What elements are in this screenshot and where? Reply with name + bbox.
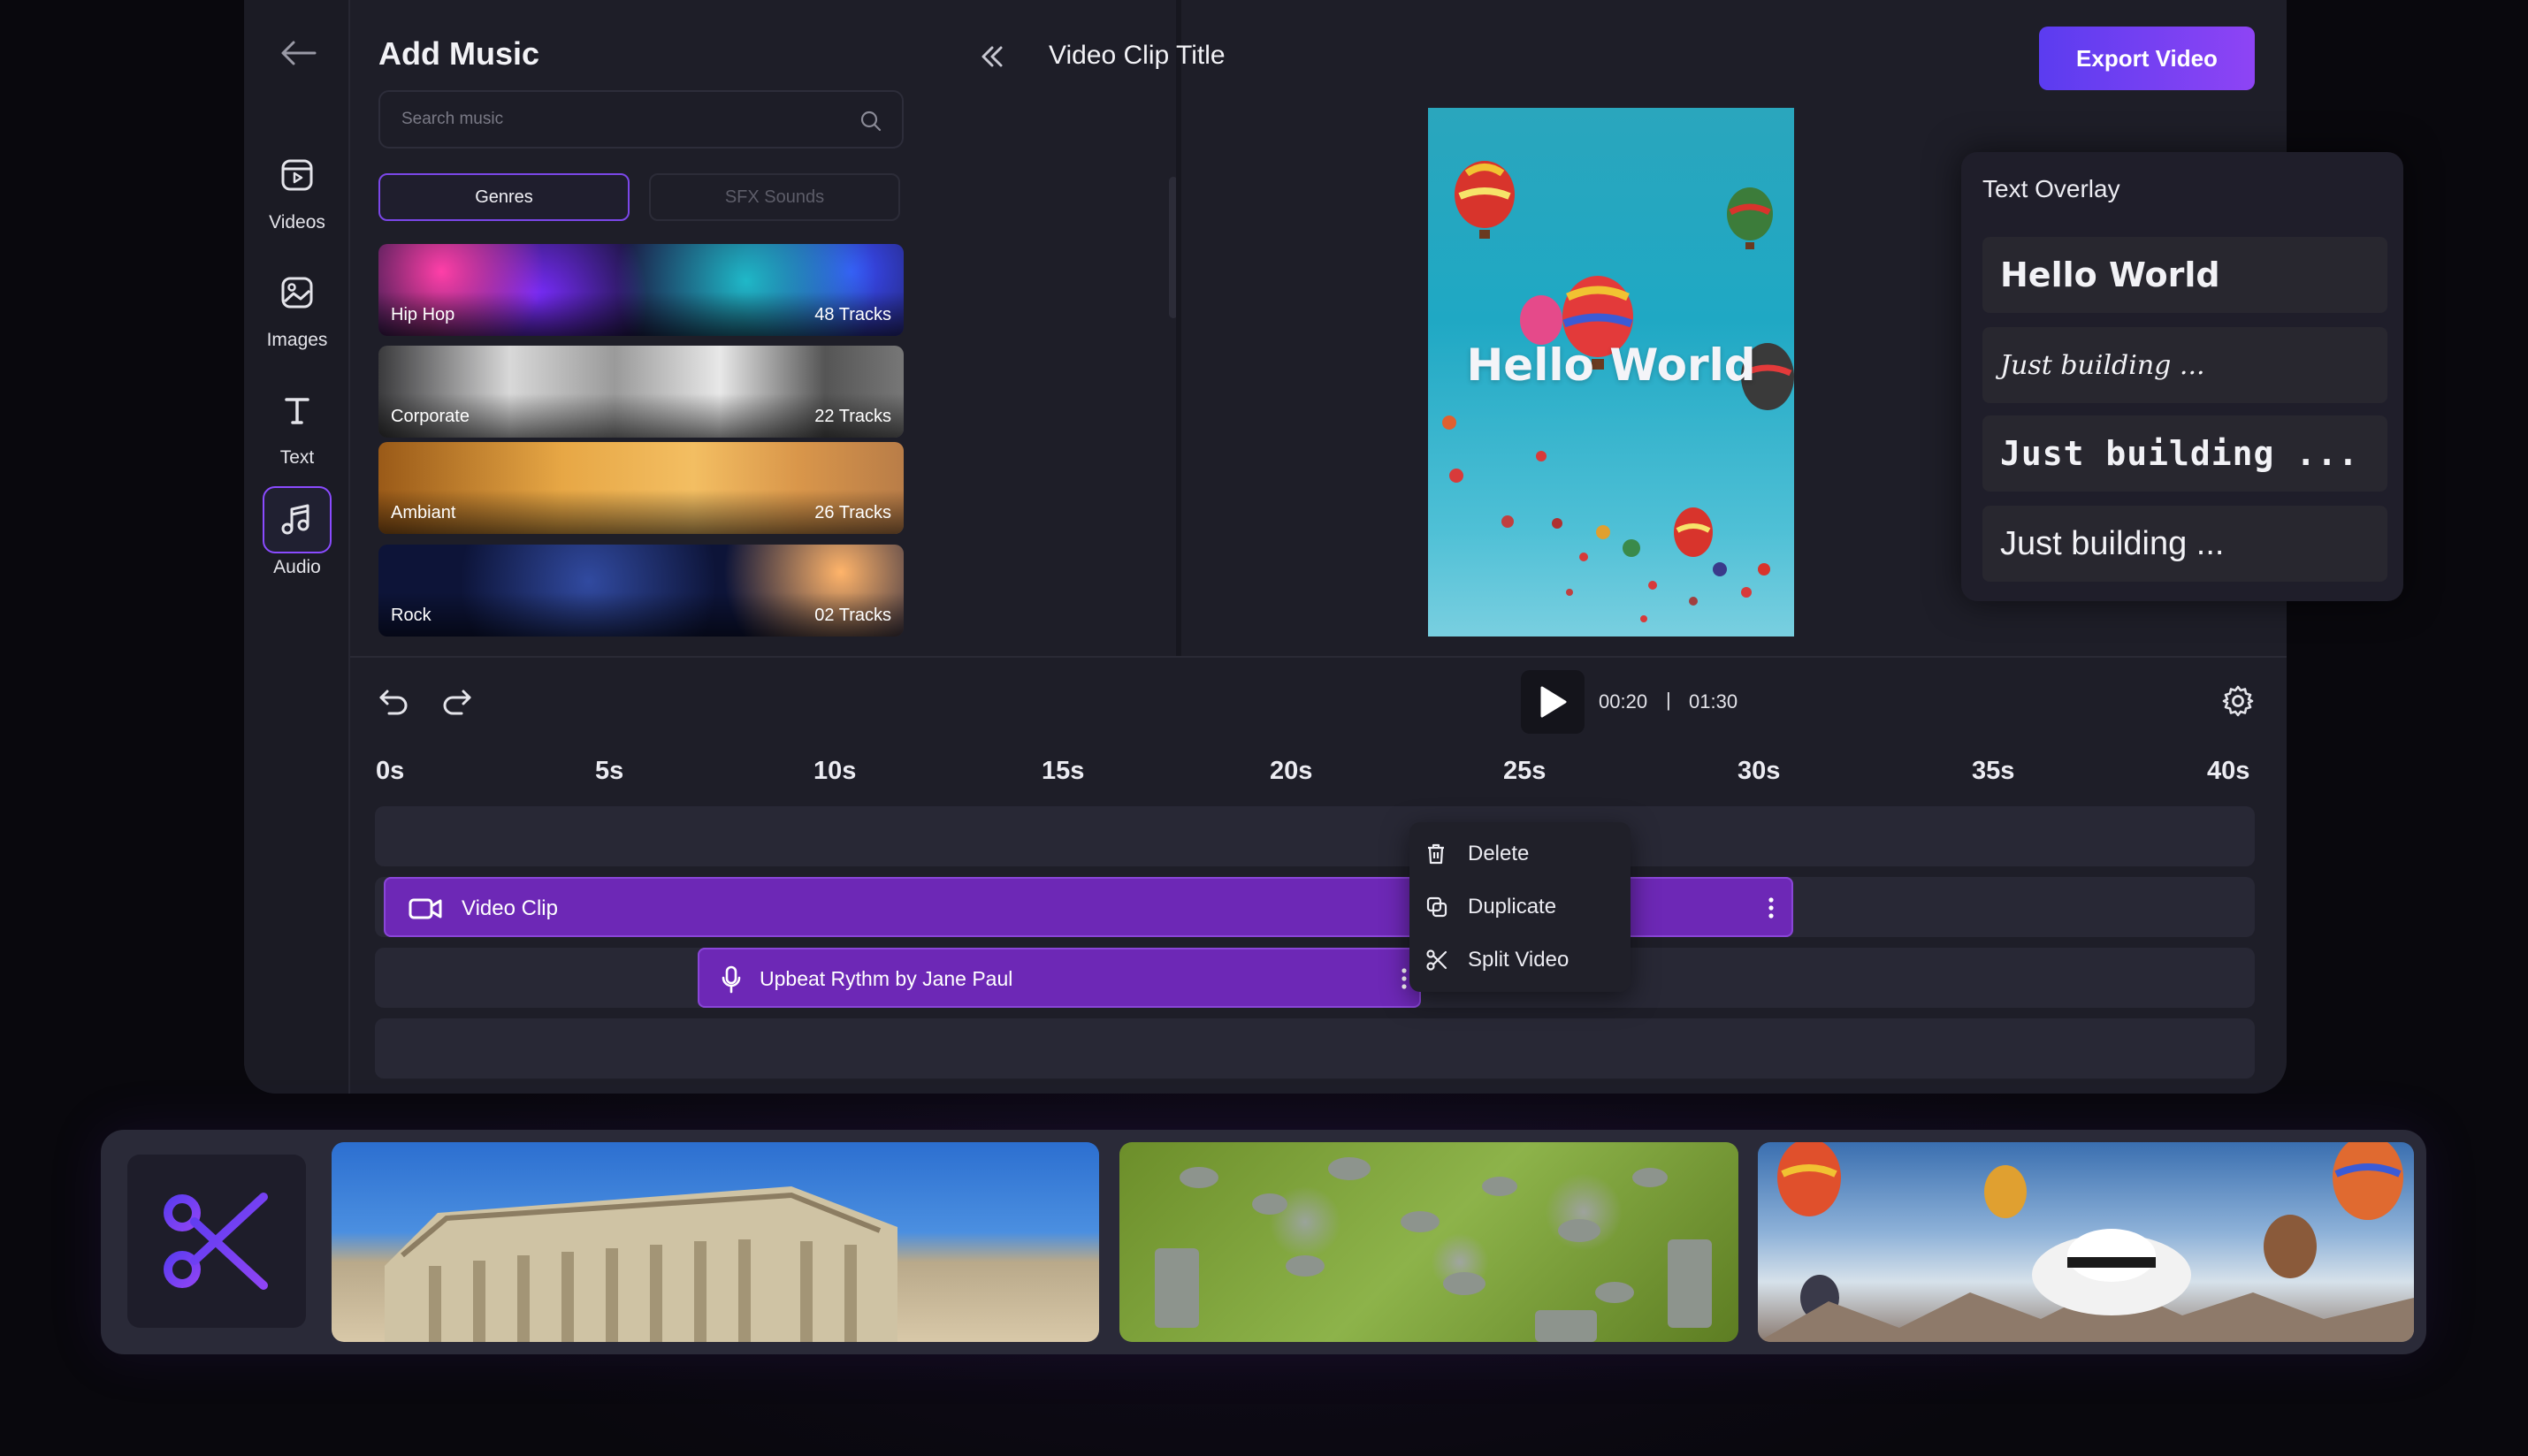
menu-item-duplicate[interactable]: Duplicate [1409, 880, 1631, 934]
sidebar-item-label: Images [266, 330, 328, 350]
duplicate-icon [1425, 896, 1461, 919]
media-thumbnail-temple[interactable] [332, 1142, 1099, 1342]
font-option-regular-sans[interactable]: Just building ... [1982, 506, 2387, 582]
sidebar-item-label: Videos [269, 212, 325, 233]
menu-item-label: Delete [1468, 842, 1530, 865]
ruler-tick-label: 40s [2207, 757, 2250, 785]
genre-name: Rock [391, 606, 432, 625]
panel-divider [1176, 0, 1181, 656]
more-vertical-icon[interactable] [1400, 965, 1409, 992]
microphone-icon [722, 965, 741, 994]
media-thumbnail-balloons[interactable] [1758, 1142, 2414, 1342]
timeline-track[interactable] [375, 1018, 2255, 1079]
genre-card-hip-hop[interactable]: Hip Hop 48 Tracks [378, 244, 904, 336]
video-icon [263, 141, 332, 209]
font-option-bold-slab[interactable]: Just building ... [1982, 415, 2387, 492]
redo-button[interactable] [440, 686, 474, 720]
timeline-divider [350, 656, 2287, 658]
genre-name: Corporate [391, 407, 470, 426]
current-time: 00:20 [1599, 690, 1648, 713]
tab-genres[interactable]: Genres [378, 173, 630, 221]
ruler-tick-label: 10s [813, 757, 857, 785]
genre-card-corporate[interactable]: Corporate 22 Tracks [378, 346, 904, 438]
sidebar-item-label: Text [279, 447, 315, 468]
text-overlay-title: Text Overlay [1982, 175, 2120, 202]
text-overlay-panel: Text Overlay Hello World Just building .… [1961, 152, 2403, 601]
export-video-button[interactable]: Export Video [2039, 27, 2255, 90]
text-icon [263, 377, 332, 444]
clip-title: Video Clip Title [1049, 41, 1226, 70]
media-thumbnail-stones[interactable] [1119, 1142, 1738, 1342]
tab-sfx-sounds[interactable]: SFX Sounds [649, 173, 900, 221]
menu-item-label: Split Video [1468, 948, 1569, 972]
genre-track-count: 48 Tracks [814, 305, 891, 324]
redo-icon [443, 690, 471, 715]
genre-card-rock[interactable]: Rock 02 Tracks [378, 545, 904, 637]
clip-context-menu: Delete Duplicate Split Video [1409, 822, 1631, 992]
search-box [378, 90, 904, 149]
play-icon [1540, 686, 1567, 718]
genre-name: Hip Hop [391, 305, 455, 324]
ruler-tick-label: 0s [376, 757, 405, 785]
arrow-left-icon [281, 41, 317, 65]
video-preview[interactable]: Hello World [1428, 108, 1794, 637]
menu-item-label: Duplicate [1468, 895, 1557, 919]
sidebar-item-label: Audio [273, 557, 321, 577]
image-icon [263, 259, 332, 326]
undo-icon [379, 690, 408, 715]
ruler-tick-label: 35s [1972, 757, 2015, 785]
sidebar-item-audio[interactable]: Audio [262, 486, 332, 578]
collapse-panel-button[interactable] [973, 41, 1012, 72]
search-icon[interactable] [859, 110, 882, 133]
ruler-tick-label: 5s [595, 757, 624, 785]
music-icon [263, 486, 332, 553]
genre-track-count: 02 Tracks [814, 606, 891, 625]
ruler-tick-label: 30s [1738, 757, 1781, 785]
ruler-tick-label: 15s [1042, 757, 1085, 785]
temple-illustration [385, 1186, 897, 1342]
sidebar-rail: Videos Images Text Audio [244, 0, 350, 1094]
genre-card-ambiant[interactable]: Ambiant 26 Tracks [378, 442, 904, 534]
landscape-balloons-illustration [1758, 1142, 2414, 1342]
ruler-tick-label: 25s [1503, 757, 1547, 785]
settings-button[interactable] [2221, 684, 2255, 722]
trash-icon [1425, 842, 1461, 865]
scissors-icon [1425, 949, 1461, 972]
video-clip-label: Video Clip [462, 896, 558, 920]
total-time: 01:30 [1689, 690, 1738, 713]
audio-clip[interactable]: Upbeat Rythm by Jane Paul [698, 948, 1421, 1008]
more-vertical-icon[interactable] [1767, 895, 1776, 921]
genre-name: Ambiant [391, 503, 456, 522]
menu-item-delete[interactable]: Delete [1409, 827, 1631, 880]
scissors-logo-icon [164, 1193, 268, 1290]
ruler-tick-label: 20s [1270, 757, 1313, 785]
genre-track-count: 22 Tracks [814, 407, 891, 426]
sidebar-item-videos[interactable]: Videos [262, 141, 332, 233]
font-option-handwritten[interactable]: Just building ... [1982, 327, 2387, 403]
undo-button[interactable] [377, 686, 410, 720]
app-logo [127, 1155, 306, 1328]
play-button[interactable] [1521, 670, 1585, 734]
chevrons-left-icon [981, 46, 1003, 67]
time-separator: | [1666, 689, 1671, 711]
audio-clip-label: Upbeat Rythm by Jane Paul [760, 967, 1013, 990]
genre-track-count: 26 Tracks [814, 503, 891, 522]
sidebar-item-images[interactable]: Images [262, 259, 332, 351]
video-camera-icon [409, 898, 442, 919]
gear-icon [2222, 685, 2254, 717]
font-option-bold-sans[interactable]: Hello World [1982, 237, 2387, 313]
sidebar-item-text[interactable]: Text [262, 377, 332, 469]
stones-illustration [1155, 1157, 1712, 1342]
panel-title: Add Music [378, 35, 540, 72]
menu-item-split-video[interactable]: Split Video [1409, 934, 1631, 987]
back-button[interactable] [276, 34, 320, 72]
timeline-track[interactable] [375, 806, 2255, 866]
text-overlay-preview[interactable]: Hello World [1428, 339, 1794, 391]
search-input[interactable] [380, 92, 902, 147]
